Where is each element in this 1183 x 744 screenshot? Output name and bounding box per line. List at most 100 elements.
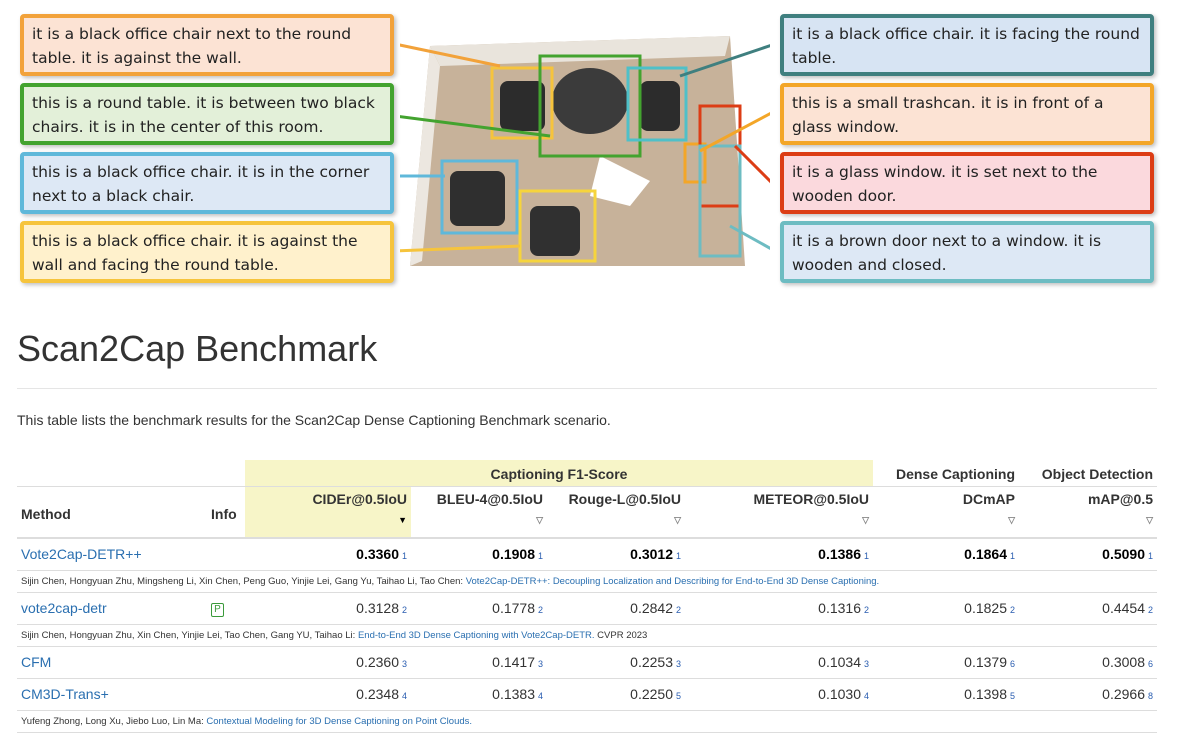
dcmap-cell: 0.1379 6 [873, 645, 1019, 678]
bleu-cell: 0.1778 2 [411, 591, 547, 624]
meteor-cell: 0.1386 1 [685, 537, 873, 570]
caption-chair-facing: this is a black office chair. it is agai… [20, 221, 394, 283]
col-dcmap-label: DCmAP [962, 490, 1015, 507]
table-row: CFM 0.2360 3 0.1417 3 0.2253 3 0.1034 3 0.1379 6 0.… [17, 645, 1157, 678]
rank-badge[interactable]: 3 [402, 659, 407, 669]
col-bleu[interactable]: BLEU-4@0.5IoU ▽ [411, 485, 547, 539]
caption-round-table: this is a round table. it is between two… [20, 83, 394, 145]
sort-desc-icon[interactable]: ▼ [249, 515, 407, 525]
method-link[interactable]: vote2cap-detr [21, 600, 107, 616]
meteor-value: 0.1316 [818, 600, 861, 616]
info-cell [207, 645, 245, 678]
rank-badge[interactable]: 1 [1148, 551, 1153, 561]
caption-chair-facing-table: it is a black office chair. it is facing… [780, 14, 1154, 76]
caption-chair-wall: it is a black office chair next to the r… [20, 14, 394, 76]
publication-link[interactable]: Contextual Modeling for 3D Dense Caption… [206, 716, 472, 727]
bleu-value: 0.1383 [492, 686, 535, 702]
col-info: Info [207, 485, 245, 539]
publication-cell: Sijin Chen, Hongyuan Zhu, Mingsheng Li, … [17, 569, 1157, 592]
caption-chair-corner: this is a black office chair. it is in t… [20, 152, 394, 214]
group-object-detection: Object Detection [1041, 465, 1153, 482]
page-title: Scan2Cap Benchmark [17, 328, 378, 369]
cider-cell: 0.2360 3 [245, 645, 411, 678]
rank-badge[interactable]: 2 [676, 605, 681, 615]
map-cell: 0.4454 2 [1019, 591, 1157, 624]
dcmap-value: 0.1864 [964, 546, 1007, 563]
rank-badge[interactable]: 2 [1148, 605, 1153, 615]
publication-link[interactable]: Vote2Cap-DETR++: Decoupling Localization… [466, 576, 880, 587]
col-rouge-label: Rouge-L@0.5IoU [568, 490, 681, 507]
cider-value: 0.2360 [356, 654, 399, 670]
rank-badge[interactable]: 6 [1010, 659, 1015, 669]
rank-badge[interactable]: 6 [1148, 659, 1153, 669]
info-badge[interactable]: P [211, 603, 224, 617]
meteor-value: 0.1034 [818, 654, 861, 670]
sort-icon[interactable]: ▽ [1023, 515, 1153, 526]
col-bleu-label: BLEU-4@0.5IoU [436, 490, 543, 507]
info-cell [207, 677, 245, 710]
col-cider-label: CIDEr@0.5IoU [312, 490, 407, 507]
chair-4 [530, 206, 580, 256]
map-value: 0.3008 [1102, 654, 1145, 670]
rank-badge[interactable]: 4 [864, 691, 869, 701]
col-map[interactable]: mAP@0.5 ▽ [1019, 485, 1157, 539]
col-map-label: mAP@0.5 [1087, 490, 1153, 507]
col-dcmap[interactable]: DCmAP ▽ [873, 485, 1019, 539]
rank-badge[interactable]: 1 [1010, 551, 1015, 561]
map-cell: 0.3008 6 [1019, 645, 1157, 678]
table-end-rule [17, 731, 1157, 733]
rank-badge[interactable]: 2 [538, 605, 543, 615]
title-divider [17, 388, 1157, 389]
rank-badge[interactable]: 3 [538, 659, 543, 669]
sort-icon[interactable]: ▽ [551, 515, 681, 526]
rank-badge[interactable]: 3 [676, 659, 681, 669]
sort-icon[interactable]: ▽ [689, 515, 869, 526]
group-empty [17, 460, 245, 486]
col-cider[interactable]: CIDEr@0.5IoU ▼ [245, 485, 411, 539]
rouge-cell: 0.2253 3 [547, 645, 685, 678]
rank-badge[interactable]: 8 [1148, 691, 1153, 701]
method-link[interactable]: CFM [21, 654, 51, 670]
table-row: CM3D-Trans+ 0.2348 4 0.1383 4 0.2250 5 0.1030 4 0… [17, 677, 1157, 710]
dcmap-value: 0.1825 [964, 600, 1007, 616]
rank-badge[interactable]: 2 [864, 605, 869, 615]
table-row: vote2cap-detr P 0.3128 2 0.1778 2 0.2842 2 0.131… [17, 591, 1157, 624]
dcmap-value: 0.1398 [964, 686, 1007, 702]
rank-badge[interactable]: 1 [676, 551, 681, 561]
cider-cell: 0.3360 1 [245, 537, 411, 570]
map-value: 0.5090 [1102, 546, 1145, 563]
rank-badge[interactable]: 2 [402, 605, 407, 615]
sort-icon[interactable]: ▽ [415, 515, 543, 526]
method-cell: CM3D-Trans+ [17, 677, 207, 710]
rank-badge[interactable]: 1 [538, 551, 543, 561]
bleu-cell: 0.1908 1 [411, 537, 547, 570]
rank-badge[interactable]: 1 [402, 551, 407, 561]
method-link[interactable]: Vote2Cap-DETR++ [21, 546, 142, 562]
dcmap-cell: 0.1864 1 [873, 537, 1019, 570]
method-link[interactable]: CM3D-Trans+ [21, 686, 109, 702]
sort-icon[interactable]: ▽ [877, 515, 1015, 526]
caption-door: it is a brown door next to a window. it … [780, 221, 1154, 283]
publication-row: Sijin Chen, Hongyuan Zhu, Mingsheng Li, … [17, 569, 1157, 592]
dcmap-cell: 0.1825 2 [873, 591, 1019, 624]
rouge-value: 0.2842 [630, 600, 673, 616]
bleu-value: 0.1778 [492, 600, 535, 616]
rank-badge[interactable]: 4 [402, 691, 407, 701]
rank-badge[interactable]: 3 [864, 659, 869, 669]
teaser-figure: it is a black office chair next to the r… [0, 0, 1183, 300]
rank-badge[interactable]: 4 [538, 691, 543, 701]
publication-link[interactable]: End-to-End 3D Dense Captioning with Vote… [358, 630, 595, 641]
rank-badge[interactable]: 1 [864, 551, 869, 561]
cider-value: 0.2348 [356, 686, 399, 702]
rouge-value: 0.3012 [630, 546, 673, 563]
map-value: 0.2966 [1102, 686, 1145, 702]
rank-badge[interactable]: 2 [1010, 605, 1015, 615]
rank-badge[interactable]: 5 [676, 691, 681, 701]
col-meteor[interactable]: METEOR@0.5IoU ▽ [685, 485, 873, 539]
meteor-cell: 0.1030 4 [685, 677, 873, 710]
rank-badge[interactable]: 5 [1010, 691, 1015, 701]
method-cell: Vote2Cap-DETR++ [17, 537, 207, 570]
publication-venue: CVPR 2023 [594, 629, 648, 641]
publication-authors: Sijin Chen, Hongyuan Zhu, Mingsheng Li, … [21, 575, 466, 587]
col-rouge[interactable]: Rouge-L@0.5IoU ▽ [547, 485, 685, 539]
